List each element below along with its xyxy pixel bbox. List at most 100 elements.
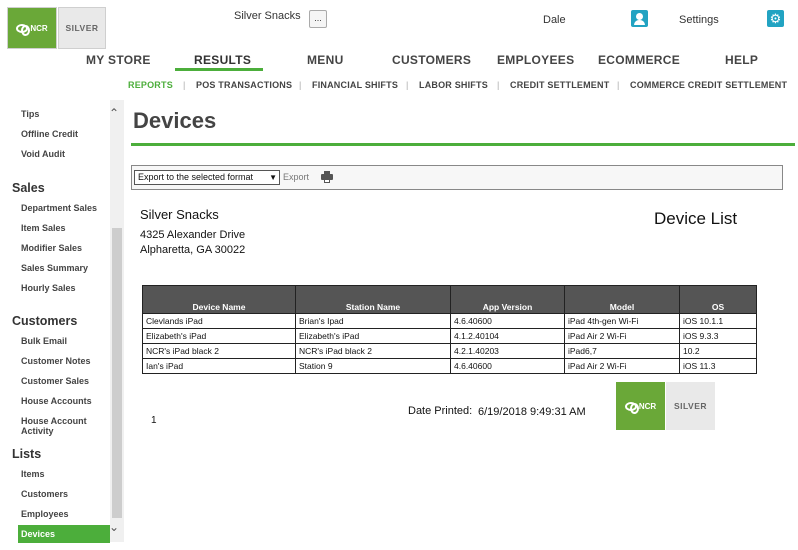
sidebar-item-department-sales[interactable]: Department Sales [21,203,109,213]
cell-model: iPad Air 2 Wi-Fi [564,328,680,344]
table-row: Clevlands iPad Brian's Ipad 4.6.40600 iP… [142,313,757,329]
footer-ncr-logo: NCR [616,382,665,430]
nav-help[interactable]: HELP [725,53,758,67]
nav-menu[interactable]: MENU [307,53,344,67]
sidebar-heading-lists: Lists [12,447,42,461]
sidebar-item-hourly-sales[interactable]: Hourly Sales [21,283,109,293]
store-picker-button[interactable]: ... [309,10,327,28]
sidebar-item-house-accounts[interactable]: House Accounts [21,396,109,406]
sidebar-heading-customers: Customers [12,314,78,328]
sidebar-item-house-account-activity[interactable]: House Account Activity [21,416,109,436]
sidebar-item-sales-summary[interactable]: Sales Summary [21,263,109,273]
ncr-mark-icon [624,401,639,414]
footer-silver-logo-text: SILVER [673,401,708,411]
cell-device-name: Elizabeth's iPad [142,328,296,344]
cell-app-version: 4.6.40600 [450,313,565,329]
cell-os: 10.2 [679,343,757,359]
table-row: Ian's iPad Station 9 4.6.40600 iPad Air … [142,358,757,374]
table-row: NCR's iPad black 2 NCR's iPad black 2 4.… [142,343,757,359]
sidebar-item-customer-sales[interactable]: Customer Sales [21,376,109,386]
main-nav: MY STORE RESULTS MENU CUSTOMERS EMPLOYEE… [0,53,798,73]
sidebar-item-offline-credit[interactable]: Offline Credit [21,129,109,139]
sidebar-item-void-audit[interactable]: Void Audit [21,149,109,159]
sidebar-scroll-thumb[interactable] [112,228,122,518]
sidebar-item-modifier-sales[interactable]: Modifier Sales [21,243,109,253]
report-address-line2: Alpharetta, GA 30022 [140,244,246,256]
chevron-down-icon: ▼ [269,173,277,182]
printer-icon[interactable] [321,171,333,183]
column-header-station-name: Station Name [295,285,451,314]
sidebar-item-bulk-email[interactable]: Bulk Email [21,336,109,346]
footer-ncr-logo-text: NCR [638,401,657,411]
sidebar-item-customer-notes[interactable]: Customer Notes [21,356,109,366]
silver-logo-text: SILVER [65,23,99,33]
sidebar-item-item-sales[interactable]: Item Sales [21,223,109,233]
subnav-labor-shifts[interactable]: LABOR SHIFTS [419,80,488,90]
cell-device-name: Clevlands iPad [142,313,296,329]
report-toolbar: Export to the selected format ▼ Export [131,165,783,190]
sidebar-item-tips[interactable]: Tips [21,109,109,119]
user-profile-icon[interactable] [631,10,648,27]
nav-results[interactable]: RESULTS [194,53,251,67]
device-table: Device Name Station Name App Version Mod… [142,285,757,374]
store-name: Silver Snacks [234,10,301,22]
sub-nav: REPORTS | POS TRANSACTIONS | FINANCIAL S… [0,80,798,94]
cell-model: iPad 4th-gen Wi-Fi [564,313,680,329]
export-format-select[interactable]: Export to the selected format ▼ [134,170,280,185]
footer-silver-logo: SILVER [666,382,715,430]
export-format-value: Export to the selected format [138,172,254,182]
subnav-commerce-credit-settlement[interactable]: COMMERCE CREDIT SETTLEMENT [630,80,787,90]
cell-device-name: NCR's iPad black 2 [142,343,296,359]
report-address-line1: 4325 Alexander Drive [140,229,246,241]
subnav-financial-shifts[interactable]: FINANCIAL SHIFTS [312,80,398,90]
settings-label[interactable]: Settings [679,14,719,26]
sidebar: Tips Offline Credit Void Audit Sales Dep… [0,100,124,550]
sidebar-heading-sales: Sales [12,181,45,195]
cell-model: iPad Air 2 Wi-Fi [564,358,680,374]
sidebar-item-employees[interactable]: Employees [21,509,109,519]
subnav-pos-transactions[interactable]: POS TRANSACTIONS [196,80,292,90]
page-title: Devices [133,108,217,133]
user-name: Dale [543,14,566,26]
column-header-os: OS [679,285,757,314]
cell-station-name: Elizabeth's iPad [295,328,451,344]
subnav-separator: | [617,80,620,90]
table-row: Elizabeth's iPad Elizabeth's iPad 4.1.2.… [142,328,757,344]
subnav-separator: | [497,80,500,90]
nav-my-store[interactable]: MY STORE [86,53,151,67]
column-header-device-name: Device Name [142,285,296,314]
subnav-credit-settlement[interactable]: CREDIT SETTLEMENT [510,80,609,90]
report-title: Device List [654,209,738,228]
nav-customers[interactable]: CUSTOMERS [392,53,471,67]
ncr-mark-icon [16,23,31,36]
date-printed-label: Date Printed: [408,405,473,417]
active-nav-indicator [175,68,263,71]
gear-icon[interactable]: ⚙ [767,10,784,27]
subnav-reports[interactable]: REPORTS [128,80,173,90]
sidebar-item-devices[interactable]: Devices [18,525,110,543]
report-company-name: Silver Snacks [140,207,219,222]
cell-model: iPad6,7 [564,343,680,359]
column-header-app-version: App Version [450,285,565,314]
sidebar-item-items[interactable]: Items [21,469,109,479]
subnav-separator: | [299,80,302,90]
subnav-separator: | [183,80,186,90]
chevron-up-icon[interactable]: ⌃ [109,106,119,120]
export-button[interactable]: Export [283,172,309,182]
cell-app-version: 4.1.2.40104 [450,328,565,344]
cell-station-name: Brian's Ipad [295,313,451,329]
silver-logo[interactable]: SILVER [58,7,106,49]
chevron-down-icon[interactable]: ⌄ [109,520,119,534]
nav-employees[interactable]: EMPLOYEES [497,53,574,67]
cell-os: iOS 11.3 [679,358,757,374]
subnav-separator: | [406,80,409,90]
ncr-logo[interactable]: NCR [7,7,57,49]
cell-device-name: Ian's iPad [142,358,296,374]
table-header-row: Device Name Station Name App Version Mod… [142,285,757,314]
cell-os: iOS 10.1.1 [679,313,757,329]
report-page-number: 1 [151,415,157,426]
ncr-logo-text: NCR [30,23,48,33]
nav-ecommerce[interactable]: ECOMMERCE [598,53,680,67]
cell-os: iOS 9.3.3 [679,328,757,344]
sidebar-item-customers[interactable]: Customers [21,489,109,499]
